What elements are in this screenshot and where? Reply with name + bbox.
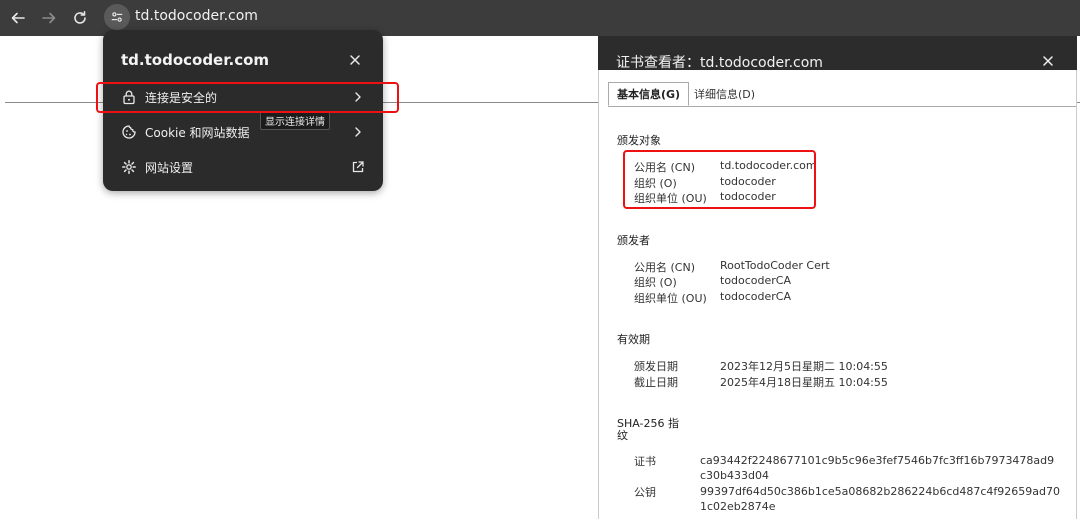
tooltip: 显示连接详情 — [260, 111, 330, 130]
fingerprint-cert-value: ca93442f2248677101c9b5c96e3fef7546b7fc3f… — [700, 454, 1055, 482]
fingerprint-cert-label: 证书 — [634, 455, 656, 468]
site-settings-item[interactable]: 网站设置 — [103, 152, 383, 182]
expiry-date-label: 截止日期 — [634, 376, 678, 389]
issued-by-ou-label: 组织单位 (OU) — [634, 292, 707, 305]
issued-date-value: 2023年12月5日星期二 10:04:55 — [720, 360, 888, 373]
cert-title: 证书查看者：td.todocoder.com — [616, 55, 823, 71]
cookie-site-data-label: Cookie 和网站数据 — [145, 126, 250, 140]
close-icon[interactable] — [1041, 54, 1055, 68]
tab-details[interactable]: 详细信息(D) — [686, 82, 763, 106]
issued-by-cn-value: RootTodoCoder Cert — [720, 259, 830, 272]
cert-header: 证书查看者：td.todocoder.com — [598, 36, 1077, 71]
tab-general[interactable]: 基本信息(G) — [608, 82, 690, 106]
issued-by-o-label: 组织 (O) — [634, 276, 677, 289]
popup-title: td.todocoder.com — [121, 51, 270, 69]
forward-button[interactable] — [37, 6, 61, 30]
certificate-viewer: 证书查看者：td.todocoder.com 基本信息(G) 详细信息(D) 颁… — [598, 36, 1077, 519]
fingerprint-pubkey-value: 99397df64d50c386b1ce5a08682b286224b6cd48… — [700, 485, 1061, 513]
chevron-right-icon — [355, 127, 361, 137]
gear-icon — [122, 160, 136, 174]
site-settings-label: 网站设置 — [145, 161, 194, 175]
issued-to-heading: 颁发对象 — [617, 134, 661, 147]
open-external-icon — [352, 161, 364, 173]
tune-icon — [111, 12, 123, 22]
cookie-icon — [122, 125, 136, 139]
arrow-right-icon — [42, 12, 56, 24]
issued-date-label: 颁发日期 — [634, 360, 678, 373]
reload-icon — [74, 11, 86, 24]
back-button[interactable] — [6, 6, 30, 30]
arrow-left-icon — [11, 12, 25, 24]
address-bar-url[interactable]: td.todocoder.com — [135, 8, 258, 24]
issued-by-cn-label: 公用名 (CN) — [634, 261, 695, 274]
expiry-date-value: 2025年4月18日星期五 10:04:55 — [720, 376, 888, 389]
tab-divider — [608, 106, 1076, 107]
highlight-box — [96, 82, 399, 113]
issued-by-o-value: todocoderCA — [720, 274, 792, 287]
issued-by-heading: 颁发者 — [617, 234, 650, 247]
validity-heading: 有效期 — [617, 333, 650, 346]
site-info-button[interactable] — [104, 4, 130, 30]
issued-by-ou-value: todocoderCA — [720, 290, 792, 303]
fingerprint-heading-line2: 纹 — [617, 429, 628, 442]
close-icon[interactable] — [347, 52, 363, 68]
cookie-site-data-item[interactable]: Cookie 和网站数据 — [103, 117, 383, 147]
fingerprint-pubkey-label: 公钥 — [634, 486, 656, 499]
highlight-box — [623, 150, 816, 209]
cert-body: 基本信息(G) 详细信息(D) 颁发对象 公用名 (CN) td.todocod… — [598, 70, 1077, 519]
reload-button[interactable] — [68, 6, 92, 30]
